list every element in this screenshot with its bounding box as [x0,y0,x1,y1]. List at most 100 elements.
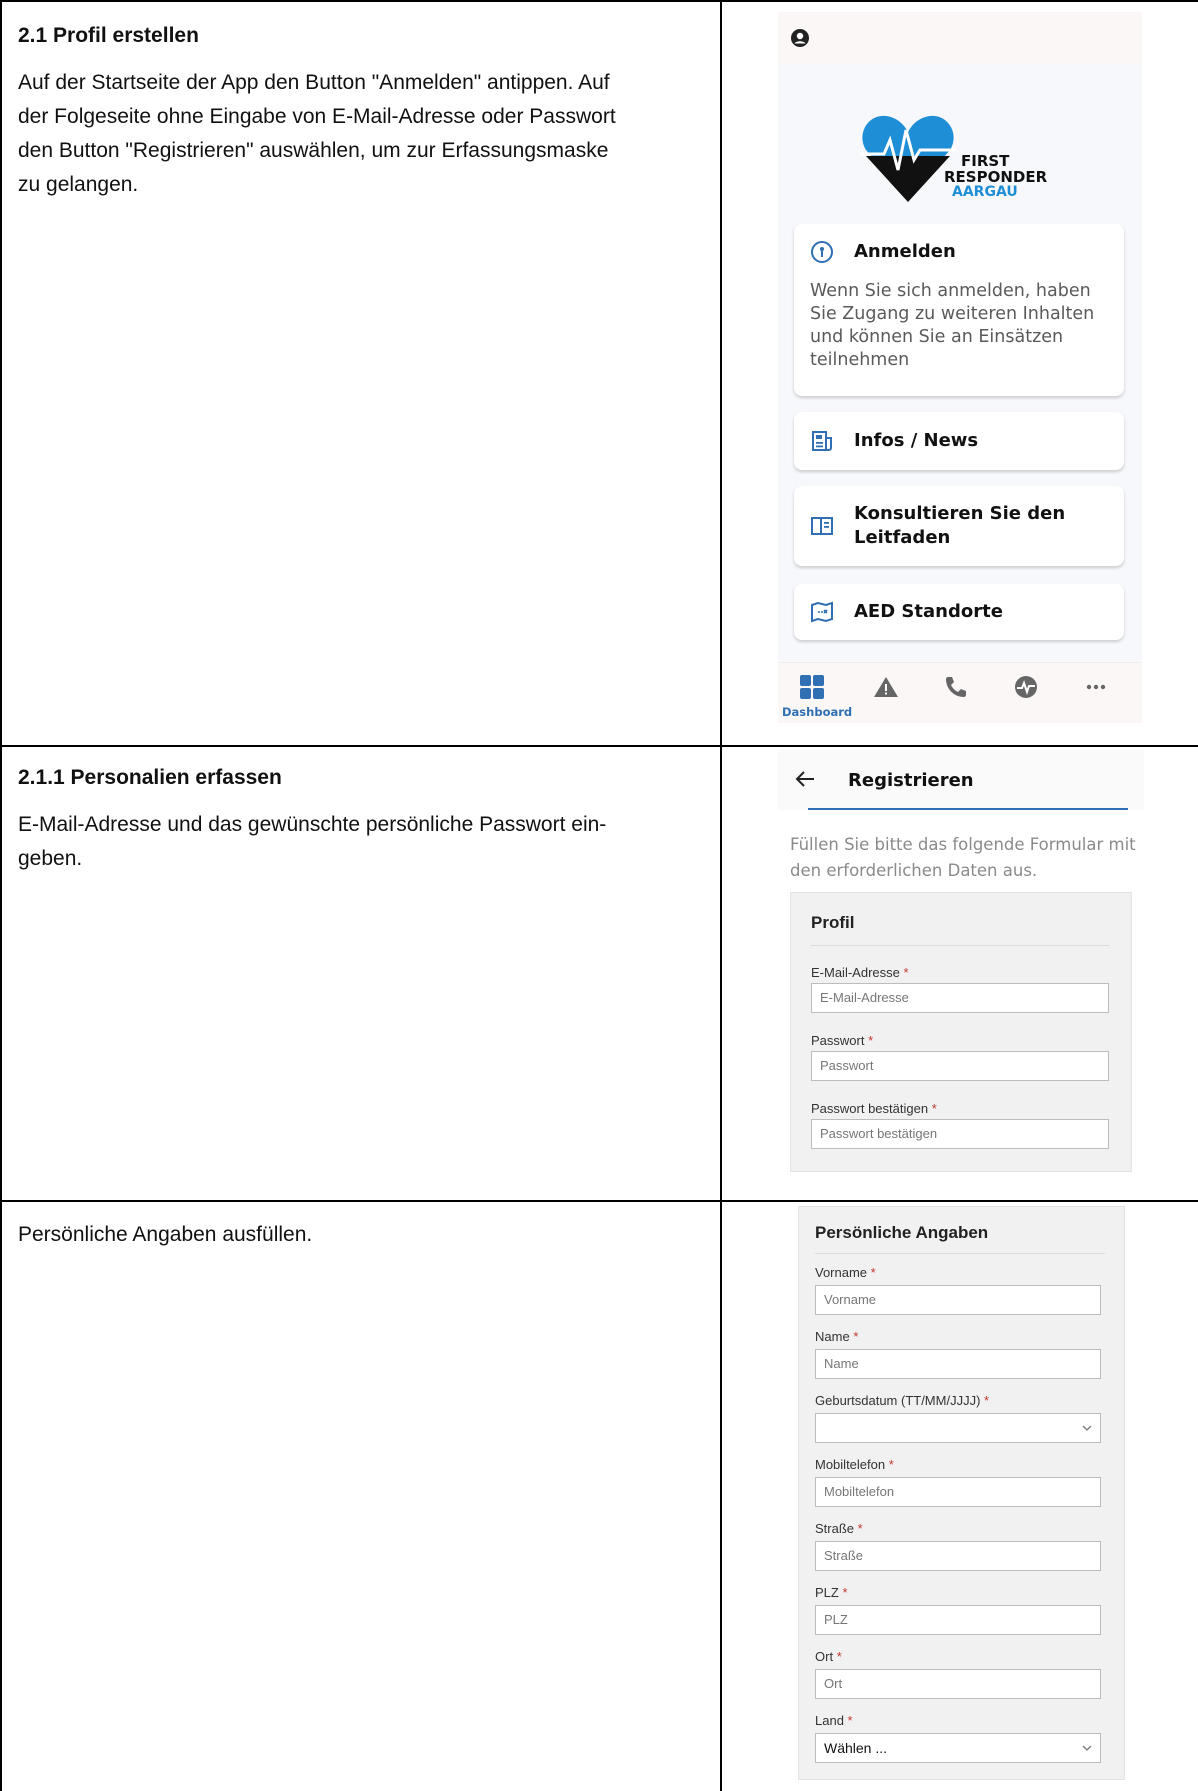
required-mark: * [984,1393,990,1408]
text-line: Persönliche Angaben ausfüllen. [18,1223,313,1246]
table-row-divider [0,745,1198,747]
dashboard-icon[interactable] [798,673,826,701]
required-mark: * [857,1521,863,1536]
field-label-text: Vorname [815,1265,868,1280]
required-mark: * [888,1457,894,1472]
warning-icon[interactable] [872,673,900,701]
required-mark: * [931,1101,937,1116]
table-border-left [0,0,2,1791]
select-value: Wählen ... [824,1740,888,1756]
field-label: Geburtsdatum (TT/MM/JJJJ) * [815,1393,989,1408]
text-line: geben. [18,847,83,870]
app-home-screenshot: FIRST RESPONDER AARGAU Anmelden Wenn Sie… [778,12,1142,723]
name-field[interactable]: Name [815,1349,1101,1379]
strasse-field[interactable]: Straße [815,1541,1101,1571]
field-label-text: Land [815,1713,844,1728]
news-icon [812,431,832,451]
anmelden-card[interactable]: Anmelden Wenn Sie sich anmelden, haben S… [794,224,1124,396]
required-mark: * [903,965,909,980]
password-field[interactable]: Passwort [811,1051,1109,1081]
card-description: Wenn Sie sich anmelden, haben Sie Zugang… [810,281,1095,370]
section-heading: 2.1.1 Personalien erfassen [18,766,282,789]
pulse-icon[interactable] [1012,673,1040,701]
field-label-text: E-Mail-Adresse [811,965,900,980]
vorname-field[interactable]: Vorname [815,1285,1101,1315]
logo-text-aargau: AARGAU [952,184,1018,200]
required-mark: * [870,1265,876,1280]
first-responder-logo: FIRST RESPONDER AARGAU [860,115,1048,202]
required-mark: * [836,1649,842,1664]
aed-standorte-card[interactable]: AED Standorte [794,584,1124,640]
field-label-text: Straße [815,1521,855,1536]
field-label: Mobiltelefon * [815,1457,894,1472]
field-label: E-Mail-Adresse * [811,965,909,980]
persoenliche-angaben-panel: Persönliche Angaben Vorname * Vorname Na… [798,1206,1125,1780]
field-label-text: Passwort [811,1033,865,1048]
phone-icon[interactable] [942,673,970,701]
map-icon [811,601,833,623]
field-label: Name * [815,1329,858,1344]
leitfaden-card[interactable]: Konsultieren Sie den Leitfaden [794,486,1124,566]
field-label-text: PLZ [815,1585,839,1600]
mobiltelefon-field[interactable]: Mobiltelefon [815,1477,1101,1507]
field-label: Passwort * [811,1033,873,1048]
required-mark: * [853,1329,859,1344]
geburtsdatum-select[interactable] [815,1413,1101,1443]
section-heading: 2.1 Profil erstellen [18,24,199,47]
card-title: AED Standorte [854,601,1003,622]
section-personalien-erfassen: 2.1.1 Personalien erfassen E-Mail-Adress… [18,766,708,876]
register-screenshot: Registrieren Füllen Sie bitte das folgen… [778,750,1144,1175]
nav-label-dashboard[interactable]: Dashboard [782,705,852,719]
card-title: Konsultieren Sie den Leitfaden [854,503,1066,548]
chevron-down-icon [1082,1745,1092,1751]
field-label-text: Name [815,1329,850,1344]
back-arrow-icon[interactable] [794,768,816,790]
key-circle-icon [811,241,833,263]
user-icon[interactable] [790,28,810,48]
text-line: Auf der Startseite der App den Button "A… [18,71,610,94]
required-mark: * [842,1585,848,1600]
card-title: Anmelden [854,241,956,262]
header-underline [808,808,1128,810]
field-label: Ort * [815,1649,842,1664]
section-persoenliche-angaben: Persönliche Angaben ausfüllen. [18,1218,708,1252]
field-label: Vorname * [815,1265,876,1280]
card-title: Infos / News [854,430,979,451]
text-line: zu gelangen. [18,173,139,196]
field-label: Land * [815,1713,853,1728]
profil-panel: Profil E-Mail-Adresse * E-Mail-Adresse P… [790,892,1132,1172]
bottom-navigation: Dashboard [778,662,1142,723]
land-select[interactable]: Wählen ... [815,1733,1101,1763]
more-icon[interactable] [1082,673,1110,701]
field-label-text: Geburtsdatum (TT/MM/JJJJ) [815,1393,981,1408]
text-line: der Folgeseite ohne Eingabe von E-Mail-A… [18,105,616,128]
field-label: Straße * [815,1521,863,1536]
section-profil-erstellen: 2.1 Profil erstellen Auf der Startseite … [18,24,708,202]
table-row-divider [0,1200,1198,1202]
required-mark: * [868,1033,874,1048]
divider [815,1253,1105,1254]
field-label-text: Mobiltelefon [815,1457,886,1472]
page-title: Registrieren [848,770,974,791]
ort-field[interactable]: Ort [815,1669,1101,1699]
field-label-text: Ort [815,1649,834,1664]
register-intro: Füllen Sie bitte das folgende Formular m… [790,835,1136,880]
table-border-top [0,0,1198,2]
text-line: den Button "Registrieren" auswählen, um … [18,139,609,162]
field-label: Passwort bestätigen * [811,1101,937,1116]
email-field[interactable]: E-Mail-Adresse [811,983,1109,1013]
field-label: PLZ * [815,1585,848,1600]
table-column-divider [720,0,722,1791]
password-confirm-field[interactable]: Passwort bestätigen [811,1119,1109,1149]
text-line: E-Mail-Adresse und das gewünschte persön… [18,813,607,836]
top-bar [778,12,1142,64]
chevron-down-icon [1082,1425,1092,1431]
plz-field[interactable]: PLZ [815,1605,1101,1635]
book-icon [811,517,833,535]
panel-title: Profil [811,913,855,932]
divider [811,945,1109,946]
panel-title: Persönliche Angaben [815,1223,989,1242]
required-mark: * [847,1713,853,1728]
infos-news-card[interactable]: Infos / News [794,412,1124,470]
field-label-text: Passwort bestätigen [811,1101,929,1116]
